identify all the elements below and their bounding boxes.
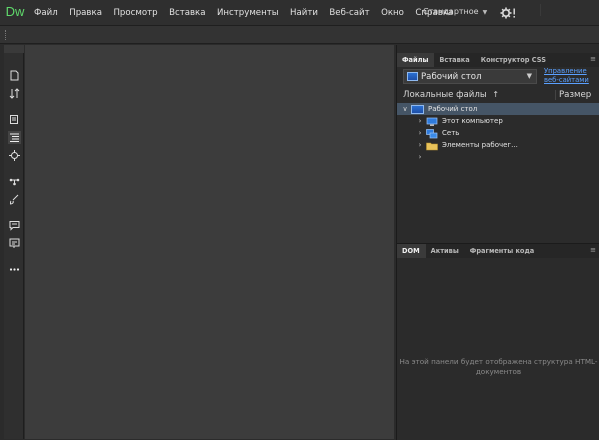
chevron-right-icon[interactable]: › — [416, 141, 424, 149]
right-panel: Файлы Вставка Конструктор CSS ≡ Рабочий … — [396, 45, 599, 440]
chevron-right-icon[interactable]: › — [416, 153, 424, 161]
tree-node-label: Рабочий стол — [428, 105, 478, 113]
brush-icon[interactable] — [8, 193, 21, 206]
toolbar-grip[interactable] — [5, 30, 7, 40]
workspace-switcher[interactable]: Стандартное ▼ — [423, 7, 487, 16]
document-area[interactable] — [25, 45, 394, 439]
tree-node-computer[interactable]: › Этот компьютер — [397, 115, 599, 127]
chevron-right-icon[interactable]: › — [416, 129, 424, 137]
main-menu: Файл Правка Просмотр Вставка Инструменты… — [34, 0, 465, 26]
folder-icon — [426, 141, 438, 150]
select-parent-tag-icon[interactable] — [8, 149, 21, 162]
local-files-header[interactable]: Локальные файлы ↑ — [403, 90, 499, 100]
chevron-right-icon[interactable]: › — [416, 117, 424, 125]
tree-node-desktop[interactable]: ∨ Рабочий стол — [397, 103, 599, 115]
dom-empty-message: На этой панели будет отображена структур… — [399, 357, 598, 376]
comment-icon[interactable] — [8, 219, 21, 232]
desktop-icon — [411, 104, 424, 114]
panel-menu-icon[interactable]: ≡ — [590, 246, 596, 254]
manage-sites-link[interactable]: Управление веб-сайтами — [544, 67, 598, 84]
toolbar-header — [4, 45, 24, 53]
tab-insert[interactable]: Вставка — [434, 53, 475, 67]
format-source-icon[interactable] — [8, 237, 21, 250]
tree-node-network[interactable]: › Сеть — [397, 127, 599, 139]
computer-icon — [426, 117, 438, 126]
panel-menu-icon[interactable]: ≡ — [590, 55, 596, 63]
menu-tools[interactable]: Инструменты — [217, 8, 279, 18]
tab-files[interactable]: Файлы — [397, 53, 435, 67]
size-column-header[interactable]: Размер — [555, 90, 591, 100]
menu-edit[interactable]: Правка — [69, 8, 102, 18]
tree-node-desktop-items[interactable]: › Элементы рабочег... — [397, 139, 599, 151]
menu-view[interactable]: Просмотр — [113, 8, 157, 18]
sort-up-icon: ↑ — [492, 90, 500, 99]
open-documents-icon[interactable] — [8, 69, 21, 82]
dom-panel-tabs: DOM Активы Фрагменты кода ≡ — [397, 244, 599, 258]
live-view-icon[interactable] — [8, 113, 21, 126]
menu-insert[interactable]: Вставка — [169, 8, 205, 18]
gear-icon[interactable] — [500, 6, 518, 20]
dom-panel: DOM Активы Фрагменты кода ≡ На этой пане… — [397, 243, 599, 440]
menu-window[interactable]: Окно — [381, 8, 404, 18]
left-toolbar — [4, 45, 24, 439]
menu-bar: Dw Файл Правка Просмотр Вставка Инструме… — [0, 0, 599, 26]
tab-snippets[interactable]: Фрагменты кода — [465, 244, 540, 258]
tab-assets[interactable]: Активы — [426, 244, 465, 258]
window-controls — [540, 4, 598, 16]
menu-site[interactable]: Веб-сайт — [329, 8, 369, 18]
gear-icon-svg — [500, 7, 515, 19]
expand-collapse-icon[interactable] — [8, 131, 21, 144]
tree-node-label: Этот компьютер — [442, 117, 503, 125]
more-options-icon[interactable] — [8, 263, 21, 276]
network-icon — [426, 128, 438, 138]
file-tree: ∨ Рабочий стол › Этот компьютер › Сеть ›… — [397, 103, 599, 163]
menu-find[interactable]: Найти — [290, 8, 318, 18]
workspace-label: Стандартное — [423, 7, 479, 16]
tree-node-more[interactable]: › — [397, 151, 599, 163]
site-selector-label: Рабочий стол — [421, 71, 482, 82]
dreamweaver-logo: Dw — [5, 4, 25, 19]
document-toolbar — [0, 26, 599, 44]
tab-css-designer[interactable]: Конструктор CSS — [476, 53, 552, 67]
wrap-tag-icon[interactable] — [8, 175, 21, 188]
desktop-icon — [407, 72, 418, 81]
tree-node-label: Элементы рабочег... — [442, 141, 518, 149]
chevron-down-icon: ▼ — [482, 9, 488, 16]
site-selector[interactable]: Рабочий стол ▼ — [403, 69, 537, 84]
chevron-down-icon[interactable]: ∨ — [401, 105, 409, 113]
menu-file[interactable]: Файл — [34, 8, 58, 18]
files-panel-tabs: Файлы Вставка Конструктор CSS ≡ — [397, 53, 599, 67]
tree-node-label: Сеть — [442, 129, 460, 137]
chevron-down-icon: ▼ — [526, 72, 532, 80]
local-files-header-label: Локальные файлы — [403, 90, 487, 100]
tab-dom[interactable]: DOM — [397, 244, 426, 258]
file-management-icon[interactable] — [8, 87, 21, 100]
